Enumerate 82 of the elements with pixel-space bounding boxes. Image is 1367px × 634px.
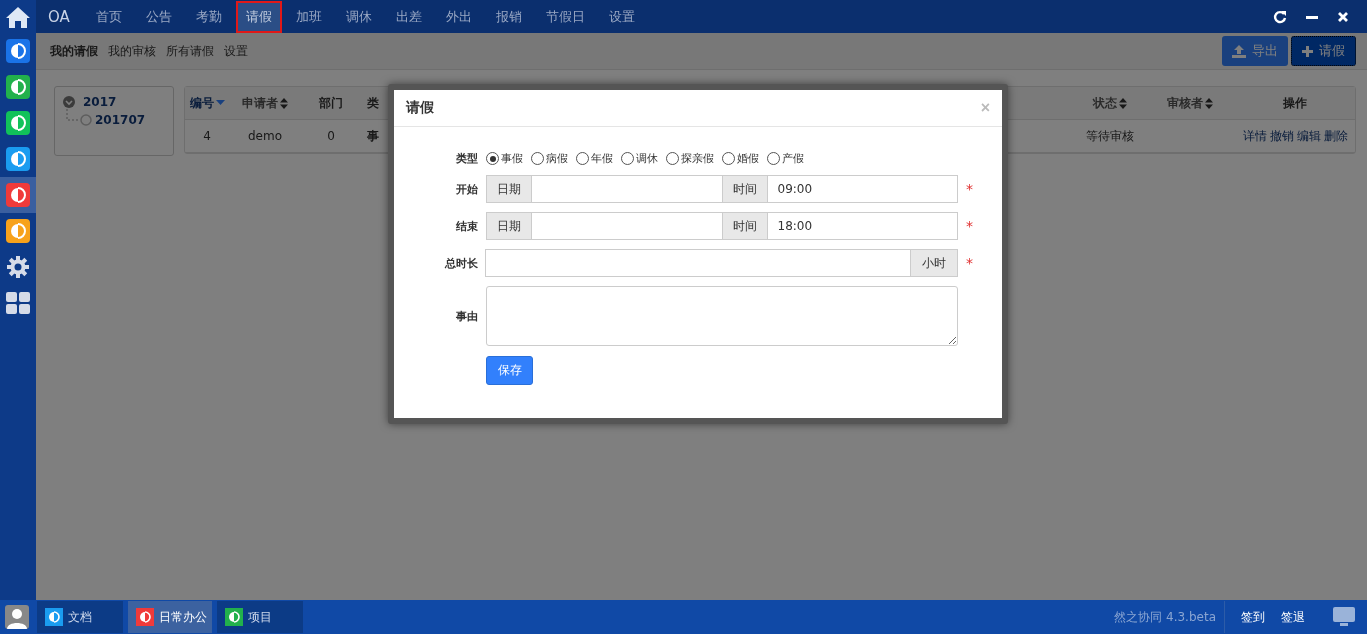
column-header[interactable]: 状态: [1075, 94, 1145, 112]
date-field[interactable]: [531, 212, 723, 240]
column-header[interactable]: 申请者: [229, 94, 301, 112]
version-text: 然之协同 4.3.beta: [1114, 601, 1225, 633]
table-cell-text: 4: [202, 129, 212, 143]
nav-tab[interactable]: 设置: [598, 0, 645, 33]
user-avatar[interactable]: [5, 605, 29, 629]
nav-tab[interactable]: 公告: [135, 0, 182, 33]
sub-nav-link[interactable]: 我的审核: [108, 42, 156, 60]
row-action-link[interactable]: 编辑: [1296, 127, 1321, 145]
field-label: 开始: [455, 181, 478, 197]
taskbar-button[interactable]: 签到: [1241, 608, 1265, 626]
nav-tab[interactable]: 报销: [485, 0, 532, 33]
leave-type-radio[interactable]: 调休: [621, 151, 658, 166]
monitor-icon[interactable]: [1333, 607, 1355, 627]
field-label: 类型: [455, 151, 478, 166]
sub-nav-link[interactable]: 设置: [224, 42, 248, 60]
field-label: 结束: [455, 218, 478, 234]
nav-tab[interactable]: 外出: [435, 0, 482, 33]
nav-tab[interactable]: 请假: [235, 0, 282, 33]
nav-tab[interactable]: 加班: [285, 0, 332, 33]
unit-addon: 小时: [910, 249, 958, 277]
sub-nav-link[interactable]: 我的请假: [50, 42, 98, 60]
time-field[interactable]: 18:00: [766, 212, 958, 240]
duration-field[interactable]: [485, 249, 911, 277]
table-cell-text: 事: [366, 127, 380, 145]
grid-icon: [6, 292, 30, 314]
column-header[interactable]: 操作: [1235, 94, 1355, 112]
taskbar-item[interactable]: 项目: [217, 601, 303, 633]
upload-icon: [1232, 44, 1246, 58]
required-mark: *: [966, 181, 974, 197]
nav-tab[interactable]: 首页: [85, 0, 132, 33]
leave-type-radio[interactable]: 探亲假: [666, 151, 714, 166]
table-cell-text: 0: [326, 129, 336, 143]
leave-type-radio[interactable]: 婚假: [722, 151, 759, 166]
row-action-link[interactable]: 删除: [1323, 127, 1348, 145]
dialog-title: 请假: [406, 99, 434, 117]
required-mark: *: [966, 255, 974, 271]
date-addon: 日期: [486, 212, 532, 240]
time-addon: 时间: [721, 212, 768, 240]
add-leave-button[interactable]: 请假: [1291, 36, 1356, 66]
field-label: 事由: [455, 308, 478, 324]
table-cell-text: 等待审核: [1085, 127, 1135, 145]
leave-type-radio[interactable]: 年假: [576, 151, 613, 166]
taskbar-item[interactable]: 文档: [37, 601, 123, 633]
time-addon: 时间: [721, 175, 768, 203]
leave-type-radio[interactable]: 事假: [486, 151, 523, 166]
table-cell-text: demo: [247, 129, 283, 143]
row-action-link[interactable]: 详情: [1242, 127, 1267, 145]
date-addon: 日期: [486, 175, 532, 203]
save-button[interactable]: 保存: [486, 356, 533, 385]
leave-type-radio[interactable]: 产假: [767, 151, 804, 166]
taskbar-button[interactable]: 签退: [1281, 608, 1305, 626]
plus-icon: [1302, 45, 1313, 57]
sort-icon: [1205, 97, 1213, 109]
refresh-icon[interactable]: [1273, 9, 1287, 24]
nav-tab[interactable]: 考勤: [185, 0, 232, 33]
sub-nav-link[interactable]: 所有请假: [166, 42, 214, 60]
tree-item[interactable]: 2017: [83, 95, 117, 109]
nav-tab[interactable]: 出差: [385, 0, 432, 33]
required-mark: *: [966, 218, 974, 234]
column-header[interactable]: 编号: [185, 94, 229, 112]
column-header[interactable]: 审核者: [1145, 94, 1235, 112]
home-icon: [5, 4, 31, 29]
app-brand: OA: [48, 7, 70, 26]
sort-desc-icon: [215, 100, 225, 106]
sort-icon: [1119, 97, 1127, 109]
leave-type-radio[interactable]: 病假: [531, 151, 568, 166]
reason-field[interactable]: [486, 286, 958, 346]
sidebar-app-button[interactable]: [0, 177, 36, 213]
taskbar-item[interactable]: 日常办公: [128, 601, 212, 633]
field-label: 总时长: [443, 255, 478, 271]
time-field[interactable]: 09:00: [766, 175, 958, 203]
nav-tab[interactable]: 节假日: [535, 0, 595, 33]
column-header[interactable]: 部门: [301, 94, 361, 112]
nav-tab[interactable]: 调休: [335, 0, 382, 33]
collapse-icon[interactable]: [63, 96, 75, 108]
sort-icon: [280, 97, 288, 109]
close-icon[interactable]: [1337, 10, 1349, 23]
date-field[interactable]: [531, 175, 723, 203]
row-action-link[interactable]: 撤销: [1269, 127, 1294, 145]
tree-item[interactable]: 201707: [95, 113, 146, 127]
